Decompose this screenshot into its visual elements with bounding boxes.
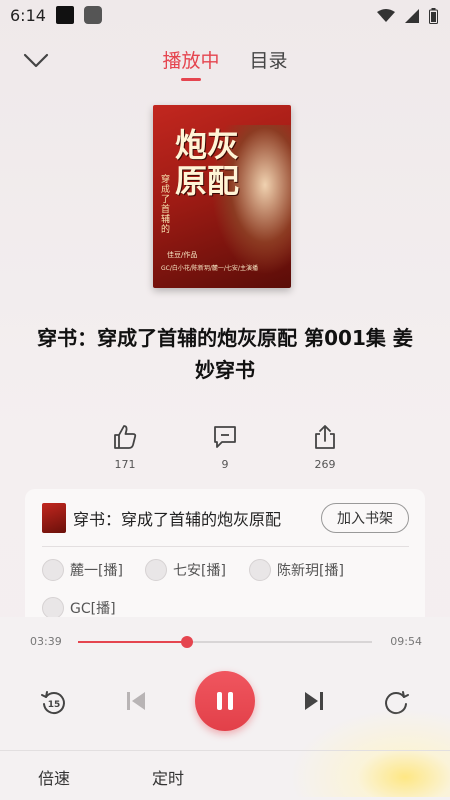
narrator-item[interactable]: 七安[播] [145, 559, 226, 581]
narrator-name: 陈新玥[播] [277, 563, 344, 579]
player-header: 播放中 目录 [0, 40, 450, 80]
like-button[interactable]: 171 [95, 424, 155, 471]
previous-track-icon[interactable] [124, 689, 148, 713]
cover-author: 佳豆/作品 [167, 251, 198, 259]
cover-title: 炮灰原配 [175, 126, 240, 200]
narrator-name: GC[播] [70, 601, 116, 617]
narrator-item[interactable]: GC[播] [42, 597, 116, 619]
tabs: 播放中 目录 [0, 46, 450, 81]
comment-button[interactable]: 9 [195, 424, 255, 471]
timer-button[interactable]: 定时 [152, 765, 184, 789]
book-thumbnail[interactable] [42, 503, 66, 533]
narrator-name: 麓一[播] [70, 563, 123, 579]
narrator-item[interactable]: 麓一[播] [42, 559, 123, 581]
signal-icon [405, 9, 419, 23]
current-time: 03:39 [30, 635, 62, 648]
cover-subtitle: 穿成了首辅的 [161, 175, 171, 235]
rewind-15-icon[interactable]: 15 [40, 689, 68, 717]
avatar [42, 559, 64, 581]
thumbs-up-icon [114, 425, 137, 449]
book-cover[interactable]: 炮灰原配 穿成了首辅的 佳豆/作品 GC/白小花/陈新玥/麓一/七安/主演播 [153, 105, 291, 288]
battery-icon [429, 8, 438, 24]
player-controls: 03:39 09:54 15 倍速 定时 [0, 617, 450, 800]
status-time: 6:14 [10, 6, 46, 25]
avatar [249, 559, 271, 581]
action-row: 171 9 269 [0, 424, 450, 480]
cover-credits: GC/白小花/陈新玥/麓一/七安/主演播 [161, 265, 258, 272]
book-name[interactable]: 穿书：穿成了首辅的炮灰原配 [73, 506, 281, 530]
pause-icon-bar [228, 692, 233, 710]
notification-icon [56, 6, 74, 24]
progress-thumb[interactable] [180, 636, 193, 648]
share-count: 269 [314, 458, 336, 471]
comment-count: 9 [221, 458, 229, 471]
narrator-item[interactable]: 陈新玥[播] [249, 559, 344, 581]
next-track-icon[interactable] [302, 689, 326, 713]
progress-bar[interactable] [78, 636, 372, 648]
add-to-shelf-button[interactable]: 加入书架 [321, 503, 409, 533]
track-title: 穿书：穿成了首辅的炮灰原配 第001集 姜妙穿书 [37, 326, 413, 382]
pause-button[interactable] [195, 671, 255, 731]
progress-fill [78, 641, 187, 643]
speed-button[interactable]: 倍速 [38, 765, 70, 789]
notification-icon-2 [84, 6, 102, 24]
tab-catalog[interactable]: 目录 [250, 46, 288, 81]
total-time: 09:54 [390, 635, 422, 648]
pause-icon [217, 692, 222, 710]
wifi-icon [377, 9, 395, 22]
avatar [42, 597, 64, 619]
comment-icon [214, 426, 236, 448]
divider [42, 546, 409, 547]
like-count: 171 [114, 458, 136, 471]
share-icon [315, 425, 335, 449]
tab-now-playing[interactable]: 播放中 [162, 46, 219, 81]
divider [0, 750, 450, 751]
status-bar: 6:14 [0, 0, 450, 32]
rewind-seconds: 15 [48, 700, 61, 710]
decorative-glow [270, 697, 450, 797]
avatar [145, 559, 167, 581]
forward-icon[interactable] [382, 689, 410, 717]
share-button[interactable]: 269 [295, 424, 355, 471]
narrator-name: 七安[播] [173, 563, 226, 579]
status-icons [377, 8, 438, 24]
